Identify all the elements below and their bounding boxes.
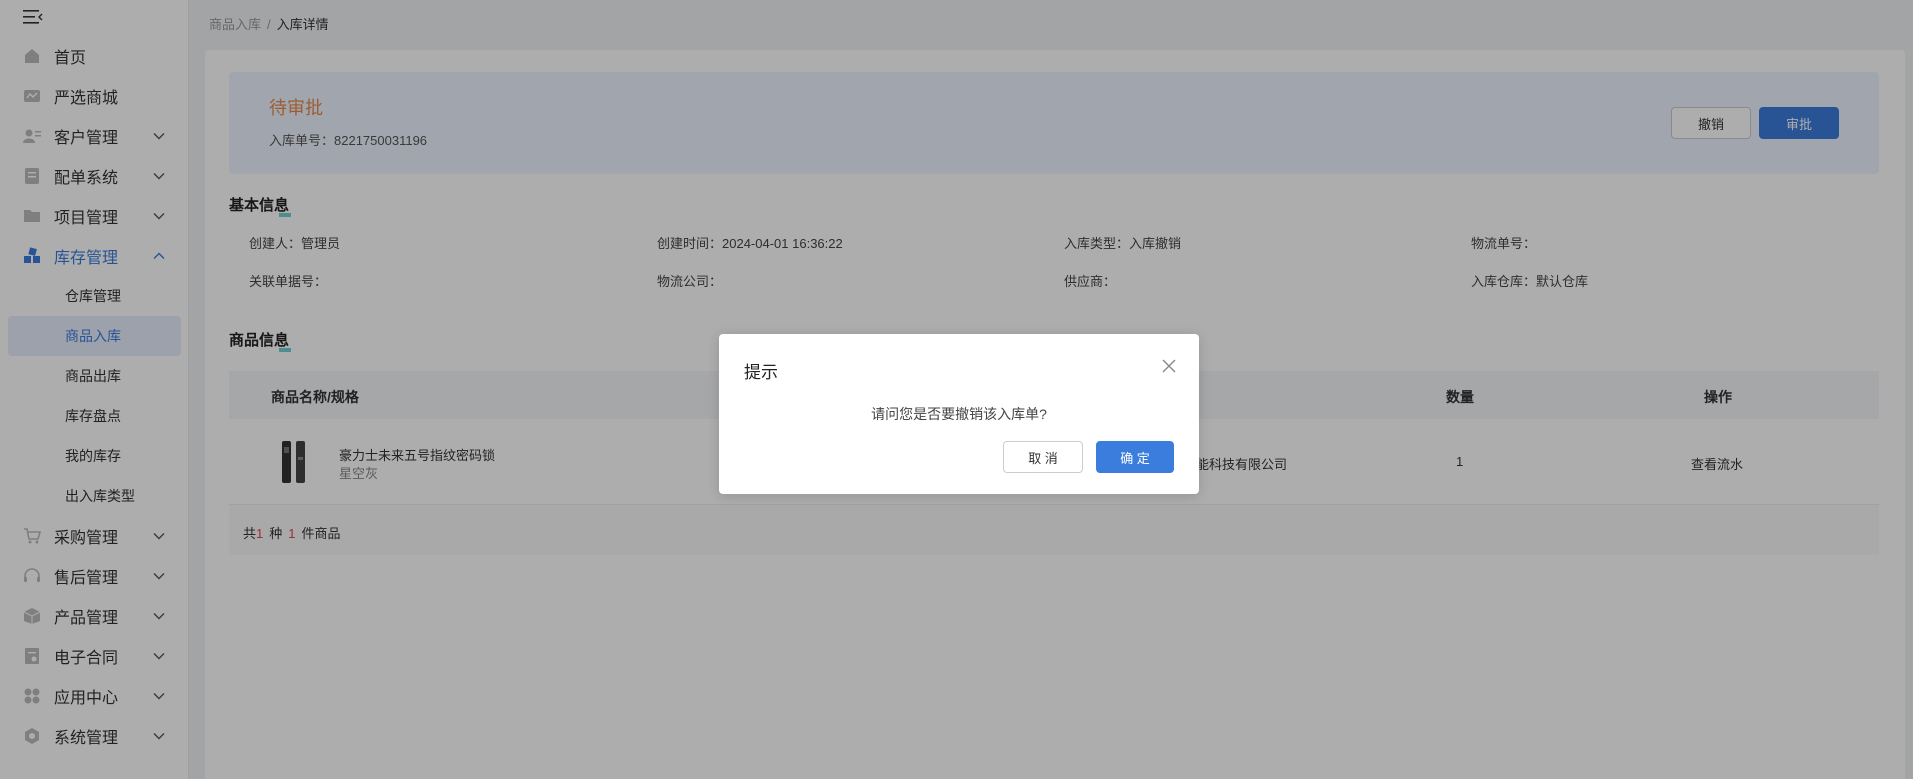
confirm-button[interactable]: 确 定 (1096, 441, 1174, 473)
cancel-button[interactable]: 取 消 (1003, 441, 1083, 473)
confirm-dialog: 提示 请问您是否要撤销该入库单? 取 消 确 定 (719, 334, 1199, 494)
dialog-title: 提示 (744, 363, 778, 382)
close-icon[interactable] (1161, 358, 1177, 374)
dialog-message: 请问您是否要撤销该入库单? (871, 406, 1047, 422)
